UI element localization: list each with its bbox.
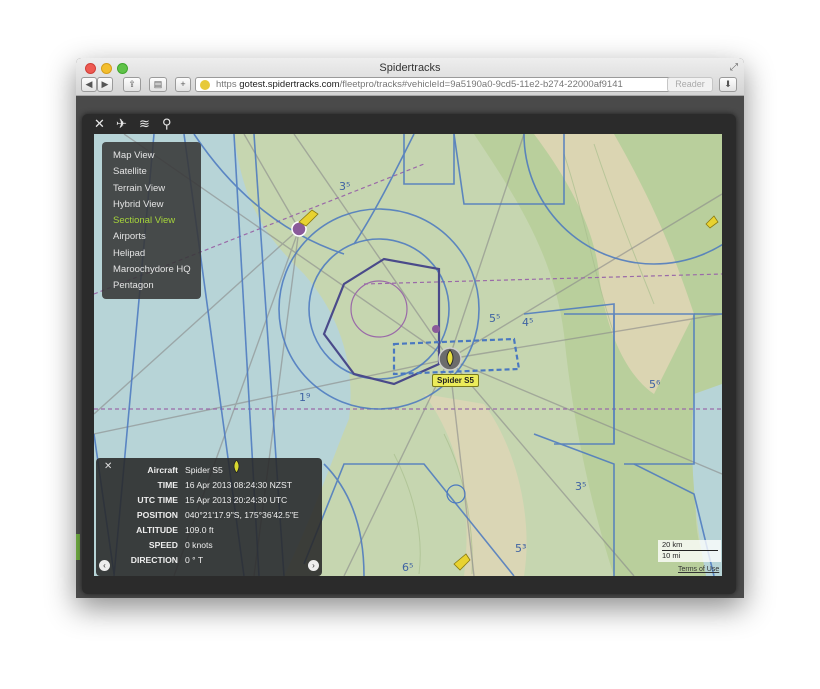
url-host: gotest.spidertracks.com	[239, 79, 340, 90]
info-value: 109.0 ft	[185, 525, 214, 535]
menu-item-pentagon[interactable]: Pentagon	[102, 278, 201, 294]
terms-of-use-link[interactable]: Terms of Use	[678, 566, 719, 573]
window-title: Spidertracks	[379, 62, 441, 74]
secure-lock-icon	[200, 80, 210, 90]
menu-item-satellite[interactable]: Satellite	[102, 164, 201, 180]
map-label-number: 1⁹	[299, 391, 311, 404]
info-label: Aircraft	[147, 465, 178, 475]
map-type-menu: Map View Satellite Terrain View Hybrid V…	[102, 142, 201, 299]
map-label-number: 3⁵	[575, 480, 587, 493]
title-bar: Spidertracks ⤢ ◀ ▶ ⇪ ▤ + https gotest.sp…	[76, 58, 744, 96]
menu-item-sectional-view[interactable]: Sectional View	[102, 213, 201, 229]
menu-item-hybrid-view[interactable]: Hybrid View	[102, 197, 201, 213]
add-tab-button[interactable]: +	[175, 77, 191, 92]
menu-item-airports[interactable]: Airports	[102, 229, 201, 245]
aircraft-info-panel: ✕ Aircraft Spider S5 TIME 16 Apr 2013 08…	[96, 458, 322, 576]
menu-item-map-view[interactable]: Map View	[102, 148, 201, 164]
url-scheme: https	[216, 79, 237, 90]
info-row-direction: DIRECTION 0 ° T	[96, 553, 322, 568]
info-value: 040°21'17.9"S, 175°36'42.5"E	[185, 510, 299, 520]
fullscreen-icon[interactable]: ⤢	[730, 62, 738, 73]
aircraft-map-label[interactable]: Spider S5	[432, 374, 479, 387]
downloads-icon[interactable]: ⬇	[719, 77, 737, 92]
close-icon[interactable]: ✕	[94, 116, 105, 132]
location-pin-icon[interactable]: ⚲	[162, 116, 172, 132]
back-button[interactable]: ◀	[81, 77, 97, 92]
info-label: UTC Time	[137, 495, 178, 505]
next-position-button[interactable]: ›	[308, 560, 319, 571]
menu-item-helipad[interactable]: Helipad	[102, 246, 201, 262]
url-path: /fleetpro/tracks#vehicleId=9a5190a0-9cd5…	[339, 79, 623, 90]
map-label-number: 5³	[515, 542, 527, 555]
info-value: 15 Apr 2013 20:24:30 UTC	[185, 495, 288, 505]
info-row-utc-time: UTC Time 15 Apr 2013 20:24:30 UTC	[96, 493, 322, 508]
scale-km: 20 km	[662, 540, 683, 549]
info-row-aircraft: Aircraft Spider S5	[96, 463, 322, 478]
address-bar[interactable]: https gotest.spidertracks.com/fleetpro/t…	[195, 77, 673, 92]
reader-button[interactable]: Reader	[667, 77, 713, 92]
info-label: TIME	[157, 480, 178, 490]
info-label: ALTITUDE	[136, 525, 178, 535]
map-label-number: 5⁵	[489, 312, 501, 325]
scale-mi: 10 mi	[662, 551, 681, 560]
menu-item-maroochydore-hq[interactable]: Maroochydore HQ	[102, 262, 201, 278]
aircraft-icon[interactable]: ✈	[116, 116, 127, 132]
info-label: DIRECTION	[130, 555, 178, 565]
map-label-number: 3⁵	[339, 180, 351, 193]
map-label-number: 5⁶	[649, 378, 661, 391]
info-row-time: TIME 16 Apr 2013 08:24:30 NZST	[96, 478, 322, 493]
layers-icon[interactable]: ≋	[139, 116, 150, 132]
map-label-number: 6⁵	[402, 561, 414, 574]
map-label-number: 4⁵	[522, 316, 534, 329]
info-row-altitude: ALTITUDE 109.0 ft	[96, 523, 322, 538]
forward-button[interactable]: ▶	[97, 77, 113, 92]
aircraft-pin-icon	[233, 460, 240, 473]
info-value: Spider S5	[185, 465, 223, 475]
modal-toolbar: ✕ ✈ ≋ ⚲	[82, 114, 736, 134]
info-label: POSITION	[136, 510, 178, 520]
menu-item-terrain-view[interactable]: Terrain View	[102, 181, 201, 197]
bookmarks-icon[interactable]: ▤	[149, 77, 167, 92]
page-side-tab	[76, 534, 80, 560]
info-value: 0 knots	[185, 540, 213, 550]
share-icon[interactable]: ⇪	[123, 77, 141, 92]
info-value: 16 Apr 2013 08:24:30 NZST	[185, 480, 293, 490]
info-row-position: POSITION 040°21'17.9"S, 175°36'42.5"E	[96, 508, 322, 523]
info-value: 0 ° T	[185, 555, 204, 565]
map-scale: 20 km 10 mi	[658, 540, 721, 562]
previous-position-button[interactable]: ‹	[99, 560, 110, 571]
info-label: SPEED	[148, 540, 178, 550]
info-row-speed: SPEED 0 knots	[96, 538, 322, 553]
